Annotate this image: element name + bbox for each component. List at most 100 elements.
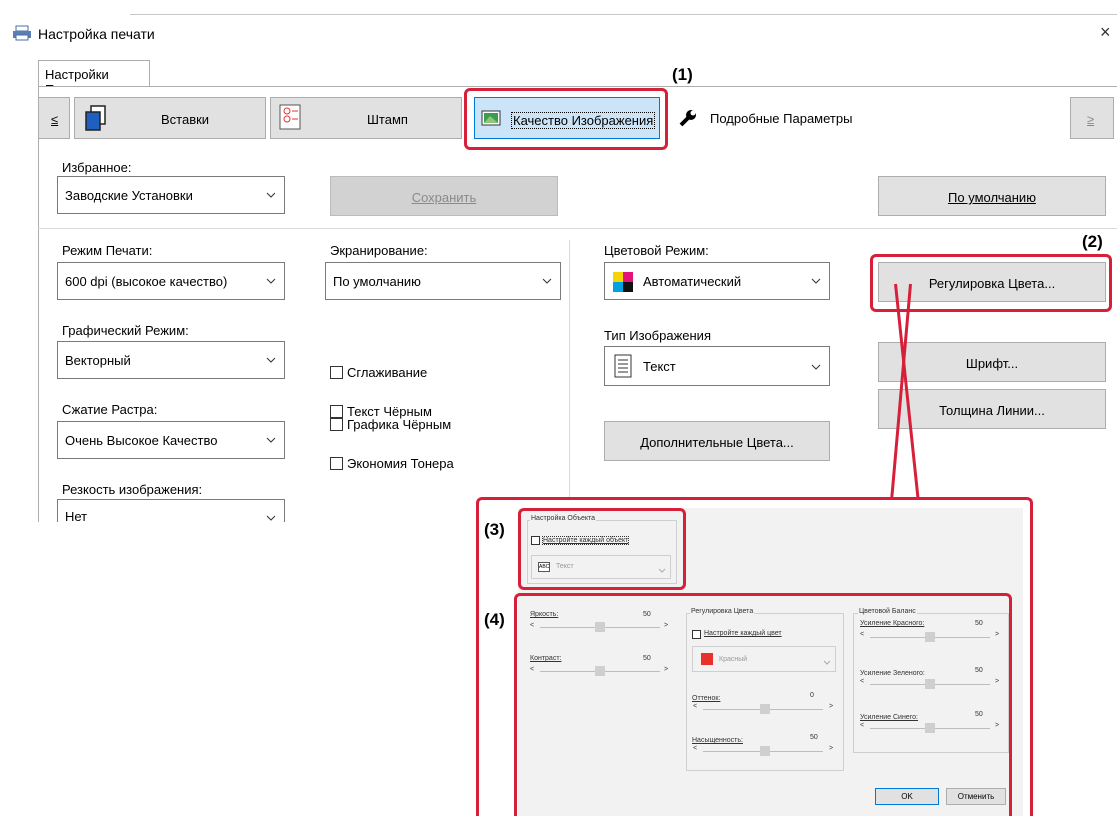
- print-mode-select[interactable]: 600 dpi (высокое качество): [57, 262, 285, 300]
- favorites-select[interactable]: Заводские Установки: [57, 176, 285, 214]
- slider-right-arrow[interactable]: >: [995, 722, 999, 729]
- blue-gain-value: 50: [975, 711, 983, 718]
- slider-left-arrow[interactable]: <: [860, 631, 864, 638]
- brightness-slider-thumb[interactable]: [595, 622, 605, 632]
- screening-label: Экранирование:: [330, 243, 428, 258]
- prev-page-label: ≤: [51, 112, 59, 127]
- page-button-detailed-label[interactable]: Подробные Параметры: [710, 111, 852, 126]
- chevron-down-icon: [811, 274, 821, 284]
- sharpness-select[interactable]: Нет: [57, 499, 285, 522]
- slider-left-arrow[interactable]: <: [693, 745, 697, 752]
- image-type-select[interactable]: Текст: [604, 346, 830, 386]
- sharpness-label: Резкость изображения:: [62, 482, 203, 497]
- wrench-icon: [678, 108, 698, 131]
- callout-3: (3): [484, 520, 505, 539]
- slider-left-arrow[interactable]: <: [860, 722, 864, 729]
- cancel-button[interactable]: Отменить: [946, 788, 1006, 805]
- callout-2: (2): [1082, 232, 1103, 251]
- chevron-down-icon: [266, 511, 276, 522]
- color-mode-label: Цветовой Режим:: [604, 243, 709, 258]
- hue-label: Оттенок:: [692, 695, 721, 702]
- prev-page-button[interactable]: ≤: [38, 97, 70, 139]
- chevron-down-icon: [266, 274, 276, 284]
- callout-1-frame: [464, 88, 668, 150]
- color-mode-select[interactable]: Автоматический: [604, 262, 830, 300]
- saturation-value: 50: [810, 734, 818, 741]
- contrast-label: Контраст:: [530, 655, 562, 662]
- color-adjust-group-label: Регулировка Цвета: [690, 608, 755, 615]
- chevron-down-icon: [542, 274, 552, 284]
- slider-right-arrow[interactable]: >: [664, 622, 668, 629]
- next-page-label: ≥: [1087, 112, 1095, 127]
- checkbox-box: [330, 418, 343, 431]
- green-gain-slider-thumb[interactable]: [925, 679, 935, 689]
- contrast-slider-thumb[interactable]: [595, 666, 605, 676]
- slider-left-arrow[interactable]: <: [530, 666, 534, 673]
- raster-value: Очень Высокое Качество: [65, 433, 218, 448]
- page-button-inserts-label: Вставки: [161, 112, 210, 127]
- object-value: Текст: [556, 563, 574, 570]
- red-swatch-icon: [701, 653, 713, 665]
- default-button[interactable]: По умолчанию: [878, 176, 1106, 216]
- chevron-down-icon: [266, 433, 276, 443]
- divider: [38, 228, 1117, 229]
- tab-print-settings[interactable]: Настройки Печати: [38, 60, 150, 97]
- slider-left-arrow[interactable]: <: [860, 678, 864, 685]
- slider-right-arrow[interactable]: >: [829, 703, 833, 710]
- next-page-button[interactable]: ≥: [1070, 97, 1114, 139]
- saturation-slider-thumb[interactable]: [760, 746, 770, 756]
- extra-colors-button[interactable]: Дополнительные Цвета...: [604, 421, 830, 461]
- top-border: [130, 14, 1117, 15]
- red-gain-slider-thumb[interactable]: [925, 632, 935, 642]
- checkbox-box: [330, 366, 343, 379]
- font-button[interactable]: Шрифт...: [878, 342, 1106, 382]
- red-gain-label: Усиление Красного:: [860, 620, 925, 627]
- slider-right-arrow[interactable]: >: [995, 678, 999, 685]
- text-document-icon: [614, 354, 632, 381]
- callout-1: (1): [672, 65, 693, 84]
- color-auto-icon: [613, 272, 633, 295]
- hue-slider-thumb[interactable]: [760, 704, 770, 714]
- screening-select[interactable]: По умолчанию: [325, 262, 561, 300]
- ok-button[interactable]: OK: [875, 788, 939, 805]
- color-mode-value: Автоматический: [643, 274, 742, 289]
- each-color-checkbox[interactable]: [692, 630, 701, 639]
- chevron-down-icon: [811, 360, 821, 370]
- color-select[interactable]: Красный: [692, 646, 836, 672]
- page-button-inserts[interactable]: Вставки: [74, 97, 266, 139]
- chevron-down-icon: [658, 563, 666, 578]
- chevron-down-icon: [266, 353, 276, 363]
- favorites-value: Заводские Установки: [65, 188, 193, 203]
- green-gain-value: 50: [975, 667, 983, 674]
- contrast-value: 50: [643, 655, 651, 662]
- printer-icon: [12, 25, 32, 41]
- column-divider: [569, 240, 570, 522]
- graphic-mode-select[interactable]: Векторный: [57, 341, 285, 379]
- print-mode-label: Режим Печати:: [62, 243, 153, 258]
- checkbox-label: Сглаживание: [347, 365, 428, 380]
- color-value: Красный: [719, 656, 748, 663]
- raster-label: Сжатие Растра:: [62, 402, 158, 417]
- each-object-checkbox[interactable]: [531, 536, 540, 545]
- favorites-label: Избранное:: [62, 160, 132, 175]
- raster-select[interactable]: Очень Высокое Качество: [57, 421, 285, 459]
- slider-right-arrow[interactable]: >: [995, 631, 999, 638]
- slider-right-arrow[interactable]: >: [664, 666, 668, 673]
- blue-gain-slider-thumb[interactable]: [925, 723, 935, 733]
- slider-left-arrow[interactable]: <: [693, 703, 697, 710]
- inserts-icon: [83, 104, 109, 135]
- checkbox-label: Экономия Тонера: [347, 456, 454, 471]
- line-width-button[interactable]: Толщина Линии...: [878, 389, 1106, 429]
- brightness-value: 50: [643, 611, 651, 618]
- object-select[interactable]: ABC Текст: [531, 555, 671, 579]
- slider-right-arrow[interactable]: >: [829, 745, 833, 752]
- sharpness-value: Нет: [65, 509, 88, 522]
- screening-value: По умолчанию: [333, 274, 421, 289]
- page-button-stamp-label: Штамп: [367, 112, 408, 127]
- stamp-icon: [278, 103, 302, 134]
- slider-left-arrow[interactable]: <: [530, 622, 534, 629]
- close-icon[interactable]: ×: [1100, 22, 1111, 43]
- hue-value: 0: [810, 692, 814, 699]
- page-button-stamp[interactable]: Штамп: [270, 97, 462, 139]
- save-button[interactable]: Сохранить: [330, 176, 558, 216]
